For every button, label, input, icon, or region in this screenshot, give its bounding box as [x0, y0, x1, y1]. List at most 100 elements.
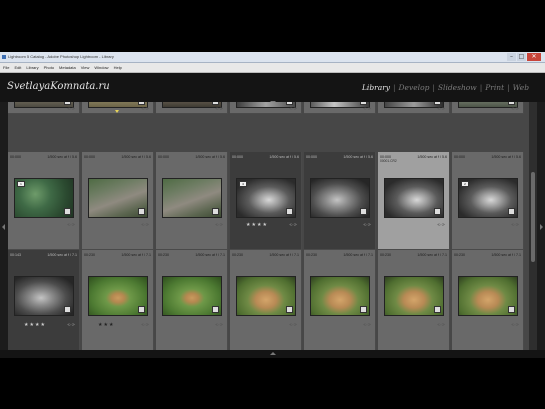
expand-right-panel-icon[interactable] [540, 224, 543, 230]
menu-edit[interactable]: Edit [14, 63, 21, 72]
menu-view[interactable]: View [81, 63, 90, 72]
photo-thumbnail[interactable] [88, 276, 148, 316]
photo-thumbnail[interactable] [162, 102, 222, 108]
rotate-icon[interactable]: ⟲ ⟳ [215, 222, 223, 227]
photo-thumbnail[interactable] [162, 178, 222, 218]
rotate-icon[interactable]: ⟲ ⟳ [363, 222, 371, 227]
grid-cell[interactable]: ⟲ ⟳ [82, 102, 154, 114]
grid-cell[interactable]: ⟲ ⟳ [8, 102, 80, 114]
window-title-bar[interactable]: Lightroom 5 Catalog - Adobe Photoshop Li… [0, 52, 545, 63]
photo-thumbnail[interactable] [162, 276, 222, 316]
star-rating[interactable]: ★★★ [98, 322, 114, 328]
library-grid[interactable]: ⟲ ⟳ ⟲ ⟳ ⟲ ⟳ ⟲ ⟳ ⟲ ⟳ ⟲ ⟳ ⟲ ⟳ 00:000 1/500 sec at … [8, 102, 529, 350]
module-web[interactable]: Web [513, 83, 529, 92]
collapse-filmstrip-icon[interactable] [270, 352, 276, 355]
photo-thumbnail[interactable] [236, 102, 296, 108]
grid-cell[interactable]: 00:000 1/500 sec at f / 5.6 4 ★★★★ ⟲ ⟳ [230, 152, 302, 250]
photo-thumbnail[interactable] [88, 102, 148, 108]
photo-thumbnail[interactable] [88, 178, 148, 218]
grid-cell[interactable]: 00:000 1/500 sec at f / 5.6 2 ⟲ ⟳ [452, 152, 524, 250]
flag-marker-icon[interactable] [115, 110, 119, 113]
grid-cell[interactable]: ⟲ ⟳ [452, 102, 524, 114]
grid-cell[interactable]: 00:230 1/500 sec at f / 7.1 ⟲ ⟳ [156, 250, 228, 350]
photo-thumbnail[interactable] [14, 276, 74, 316]
rotate-icon[interactable]: ⟲ ⟳ [363, 106, 371, 111]
grid-cell[interactable]: ⟲ ⟳ [304, 102, 376, 114]
cell-exposure-settings: 1/500 sec at f / 5.6 [491, 155, 521, 159]
develop-adjustment-icon [138, 102, 145, 105]
menu-file[interactable]: File [3, 63, 9, 72]
photo-thumbnail[interactable] [384, 102, 444, 108]
grid-cell[interactable]: 00:000 1/500 sec at f / 5.6 ⟲ ⟳ [304, 152, 376, 250]
minimize-button[interactable]: – [507, 53, 516, 61]
expand-left-panel-icon[interactable] [2, 224, 5, 230]
rotate-icon[interactable]: ⟲ ⟳ [215, 106, 223, 111]
module-library[interactable]: Library [362, 83, 390, 92]
rotate-icon[interactable]: ⟲ ⟳ [215, 322, 223, 327]
develop-adjustment-icon [360, 306, 367, 313]
rotate-icon[interactable]: ⟲ ⟳ [67, 322, 75, 327]
rotate-icon[interactable]: ⟲ ⟳ [511, 222, 519, 227]
menu-library[interactable]: Library [26, 63, 38, 72]
maximize-button[interactable]: □ [517, 53, 526, 61]
window-title: Lightroom 5 Catalog - Adobe Photoshop Li… [8, 54, 114, 59]
rotate-icon[interactable]: ⟲ ⟳ [363, 322, 371, 327]
grid-cell[interactable]: 00:000 1/500 sec at f / 5.6 ⟲ ⟳ [82, 152, 154, 250]
grid-cell[interactable]: 00:230 1/500 sec at f / 7.1 ⟲ ⟳ [230, 250, 302, 350]
grid-cell[interactable]: 00:230 1/500 sec at f / 7.1 ⟲ ⟳ [304, 250, 376, 350]
star-rating[interactable]: ★★★★ [246, 222, 268, 228]
cell-exposure-settings: 1/500 sec at f / 7.1 [47, 253, 77, 257]
rotate-icon[interactable]: ⟲ ⟳ [437, 106, 445, 111]
grid-cell[interactable]: ⟲ ⟳ [156, 102, 228, 114]
photo-thumbnail[interactable] [384, 276, 444, 316]
photo-thumbnail[interactable] [384, 178, 444, 218]
rotate-icon[interactable]: ⟲ ⟳ [141, 222, 149, 227]
menu-help[interactable]: Help [114, 63, 122, 72]
photo-thumbnail[interactable] [458, 276, 518, 316]
grid-cell[interactable]: 00:230 1/500 sec at f / 7.1 ★★★ ⟲ ⟳ [82, 250, 154, 350]
menu-window[interactable]: Window [94, 63, 108, 72]
menu-metadata[interactable]: Metadata [59, 63, 76, 72]
rotate-icon[interactable]: ⟲ ⟳ [437, 222, 445, 227]
grid-cell[interactable]: 00:230 1/500 sec at f / 7.1 ⟲ ⟳ [452, 250, 524, 350]
grid-cell[interactable]: 00:000 1/500 sec at f / 5.6 00001.CR2 ⟲ ⟳ [378, 152, 450, 250]
photo-thumbnail[interactable]: 1 [14, 178, 74, 218]
grid-cell[interactable]: 00:143 1/500 sec at f / 7.1 ★★★★ ⟲ ⟳ [8, 250, 80, 350]
photo-thumbnail[interactable] [458, 102, 518, 108]
module-print[interactable]: Print [485, 83, 504, 92]
cell-exposure-time: 00:230 [454, 253, 465, 257]
rotate-icon[interactable]: ⟲ ⟳ [67, 106, 75, 111]
module-slideshow[interactable]: Slideshow [438, 83, 477, 92]
grid-cell[interactable]: 00:000 1/500 sec at f / 5.6 ⟲ ⟳ [156, 152, 228, 250]
rotate-icon[interactable]: ⟲ ⟳ [511, 322, 519, 327]
rotate-icon[interactable]: ⟲ ⟳ [437, 322, 445, 327]
photo-thumbnail[interactable] [310, 276, 370, 316]
photo-thumbnail[interactable]: 4 [236, 178, 296, 218]
photo-thumbnail[interactable] [14, 102, 74, 108]
stack-count-badge[interactable]: 1 [17, 181, 25, 187]
grid-scrollbar[interactable] [529, 102, 537, 350]
rotate-icon[interactable]: ⟲ ⟳ [289, 106, 297, 111]
close-button[interactable]: ✕ [527, 53, 541, 61]
rotate-icon[interactable]: ⟲ ⟳ [67, 222, 75, 227]
star-rating[interactable]: ★★★★ [24, 322, 46, 328]
rotate-icon[interactable]: ⟲ ⟳ [141, 106, 149, 111]
photo-thumbnail[interactable] [310, 102, 370, 108]
photo-thumbnail[interactable]: 2 [458, 178, 518, 218]
grid-cell[interactable]: ⟲ ⟳ [230, 102, 302, 114]
menu-photo[interactable]: Photo [44, 63, 54, 72]
develop-adjustment-icon [508, 208, 515, 215]
scrollbar-thumb[interactable] [531, 172, 535, 262]
grid-cell[interactable]: 00:230 1/500 sec at f / 7.1 ⟲ ⟳ [378, 250, 450, 350]
rotate-icon[interactable]: ⟲ ⟳ [141, 322, 149, 327]
module-develop[interactable]: Develop [399, 83, 430, 92]
photo-thumbnail[interactable] [310, 178, 370, 218]
stack-count-badge[interactable]: 2 [461, 181, 469, 187]
stack-count-badge[interactable]: 4 [239, 181, 247, 187]
rotate-icon[interactable]: ⟲ ⟳ [511, 106, 519, 111]
photo-thumbnail[interactable] [236, 276, 296, 316]
rotate-icon[interactable]: ⟲ ⟳ [289, 222, 297, 227]
grid-cell[interactable]: ⟲ ⟳ [378, 102, 450, 114]
rotate-icon[interactable]: ⟲ ⟳ [289, 322, 297, 327]
grid-cell[interactable]: 00:000 1/500 sec at f / 5.6 1 ⟲ ⟳ [8, 152, 80, 250]
